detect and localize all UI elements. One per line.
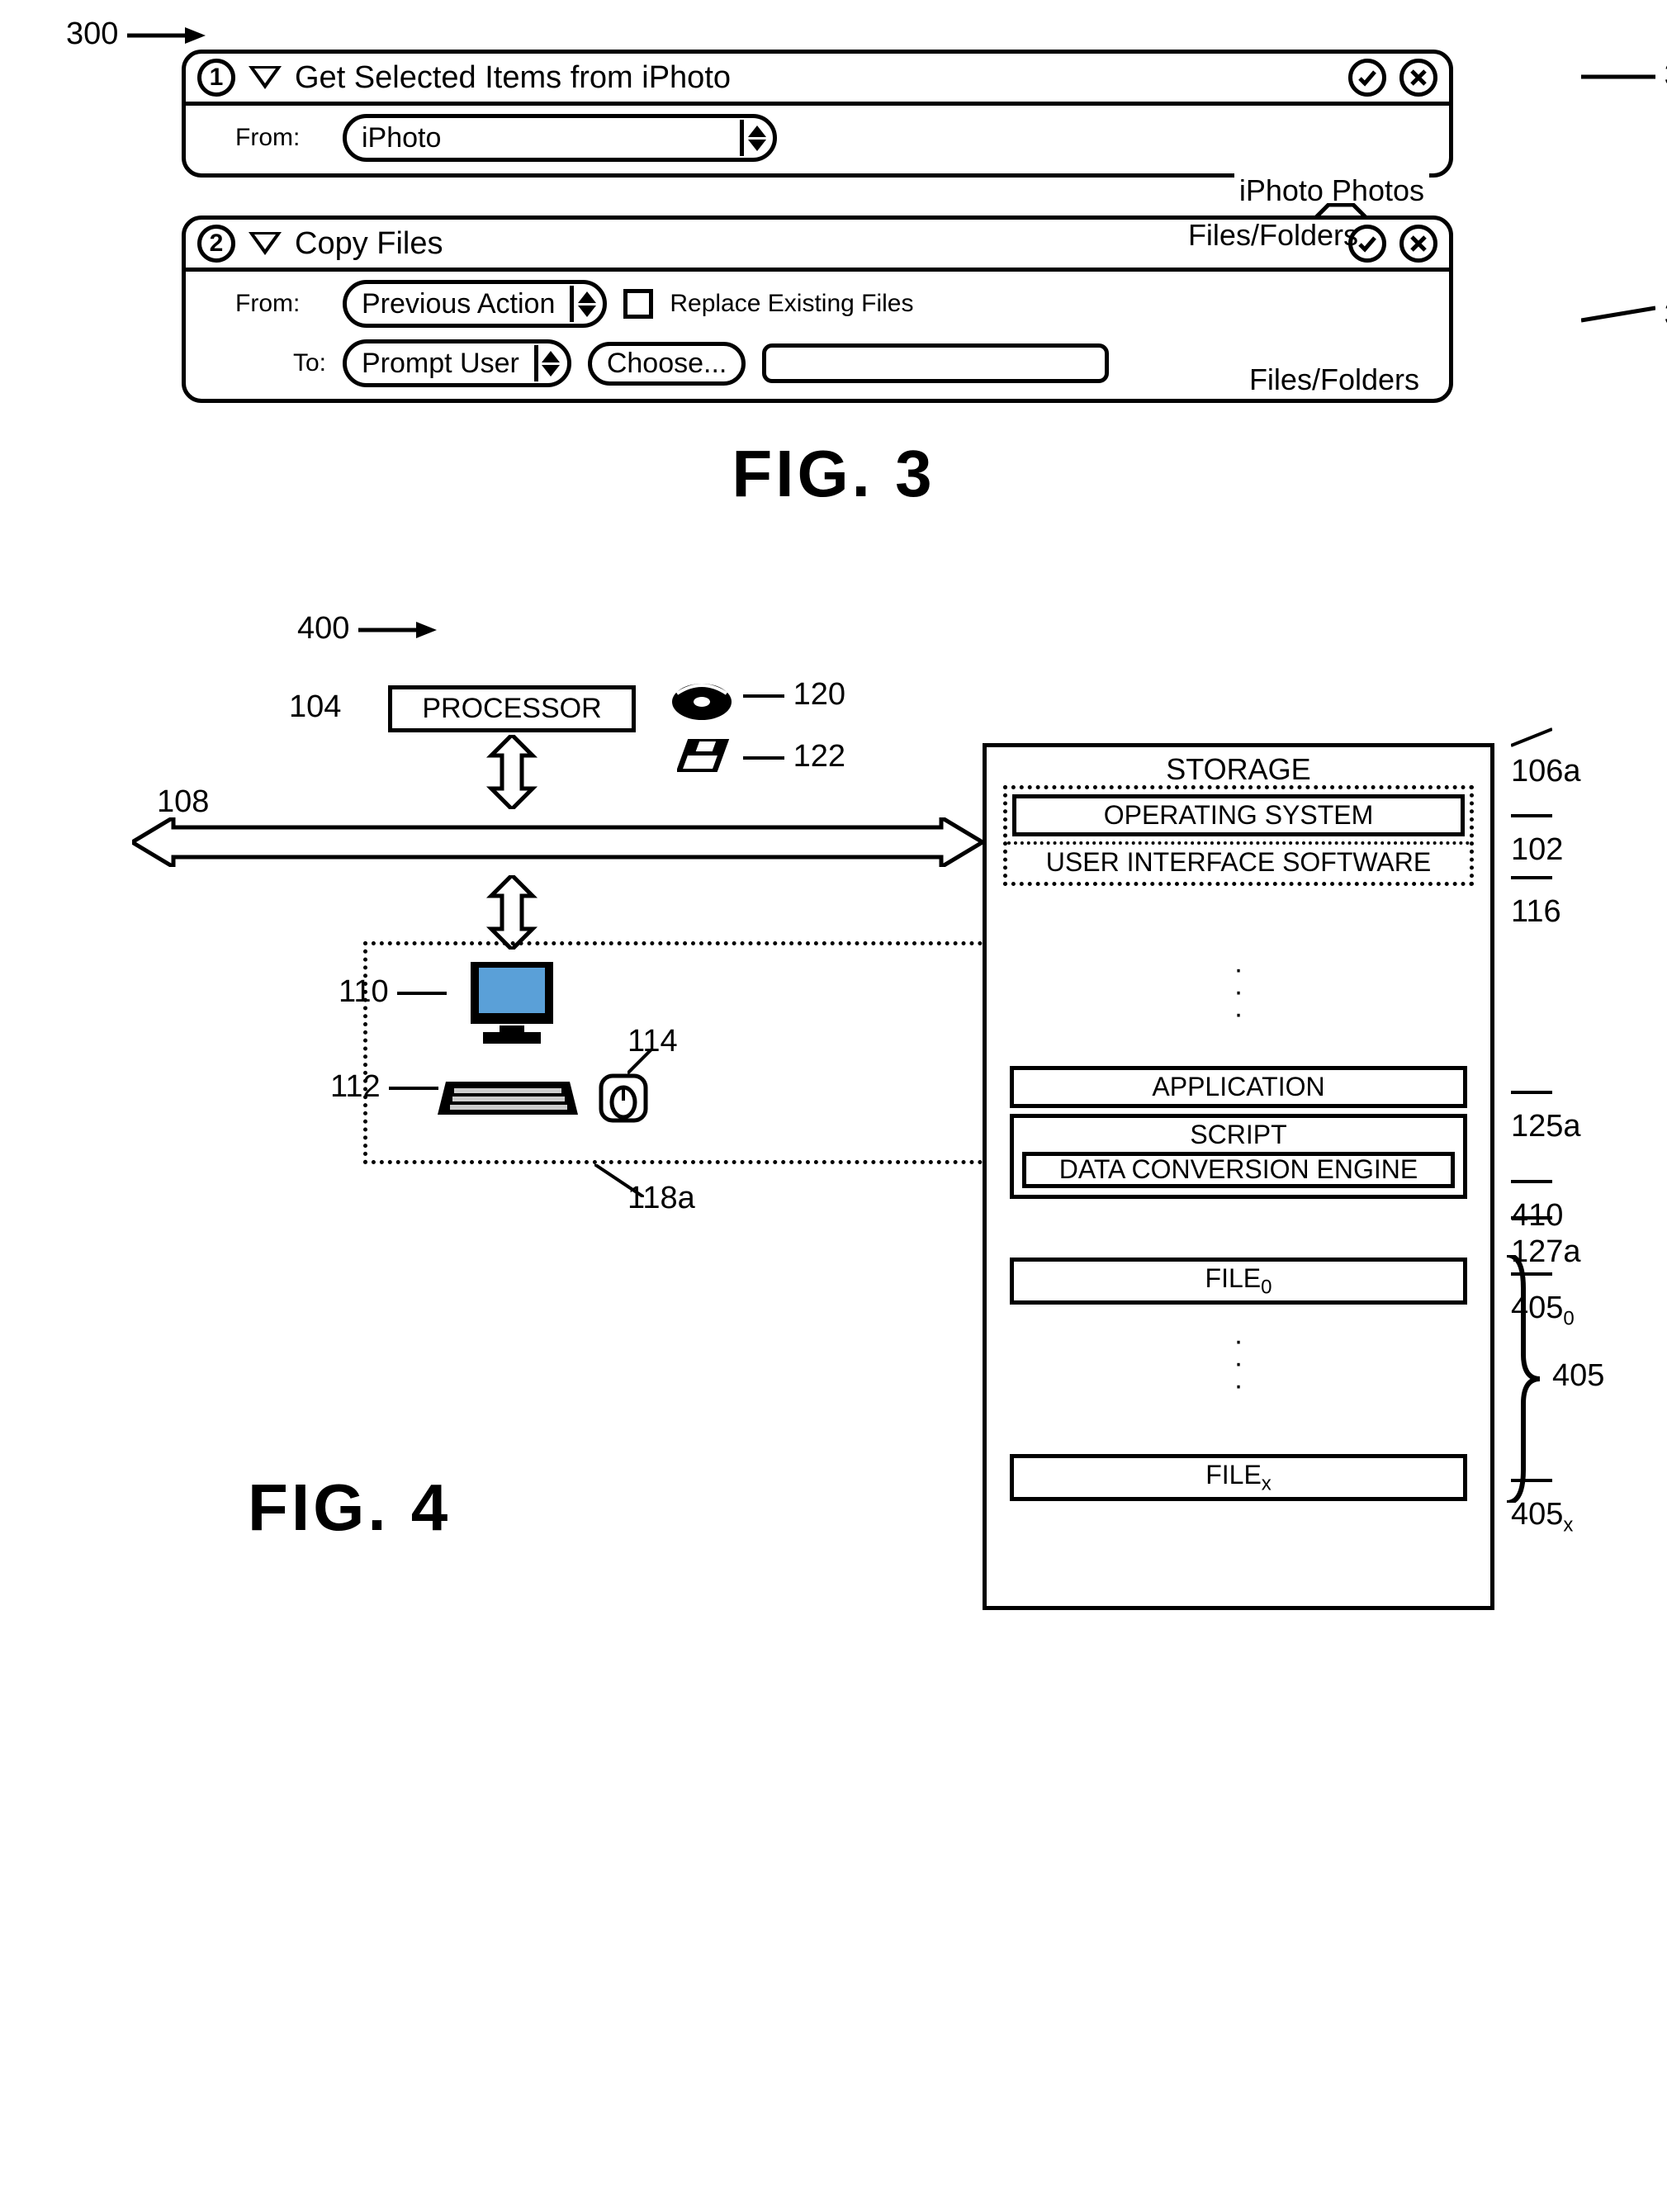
file-x-block: FILEx xyxy=(1010,1454,1467,1501)
output-type-label: Files/Folders xyxy=(1244,362,1424,397)
application-block: APPLICATION xyxy=(1010,1066,1467,1108)
stepper-icon[interactable] xyxy=(740,120,770,156)
bus-arrow-icon xyxy=(479,875,545,950)
ref-122: 122 xyxy=(743,739,845,774)
to-select[interactable]: Prompt User xyxy=(343,339,571,387)
keyboard-icon xyxy=(438,1057,578,1123)
ref-310: 310 xyxy=(1581,297,1667,333)
ref-405: 405 xyxy=(1552,1358,1604,1394)
ref-300: 300 xyxy=(66,17,210,52)
floppy-icon xyxy=(677,735,735,780)
processor-block: PROCESSOR xyxy=(388,685,636,732)
ui-software-block: USER INTERFACE SOFTWARE xyxy=(1007,846,1470,879)
ref-112: 112 xyxy=(330,1069,438,1105)
ref-305: 305 xyxy=(1581,58,1667,93)
vdots-icon: ··· xyxy=(1234,1330,1243,1398)
ref-116: 116 xyxy=(1511,859,1584,930)
system-bus xyxy=(132,817,983,867)
replace-checkbox[interactable] xyxy=(623,289,653,319)
from-select[interactable]: iPhoto xyxy=(343,114,777,162)
close-icon[interactable] xyxy=(1399,59,1437,97)
to-label: To: xyxy=(235,349,326,377)
storage-block: STORAGE OPERATING SYSTEM USER INTERFACE … xyxy=(983,743,1494,1610)
path-field[interactable] xyxy=(762,343,1109,383)
ref-125a: 125a xyxy=(1511,1073,1584,1144)
figure-4: 400 PROCESSOR 104 120 122 108 xyxy=(132,611,1584,1684)
ref-106a: 106a xyxy=(1511,718,1584,789)
stepper-icon[interactable] xyxy=(570,286,599,322)
os-block: OPERATING SYSTEM xyxy=(1012,794,1465,836)
figure-3-caption: FIG. 3 xyxy=(33,436,1634,512)
step-title: Get Selected Items from iPhoto xyxy=(295,60,1335,96)
ref-108: 108 xyxy=(157,784,209,820)
from-select[interactable]: Previous Action xyxy=(343,280,607,328)
workflow-step-2: Files/Folders 2 Copy Files From: Previou… xyxy=(182,216,1453,403)
ref-120: 120 xyxy=(743,677,845,713)
ref-104: 104 xyxy=(289,689,341,725)
step-number-badge: 1 xyxy=(197,59,235,97)
step-header: 1 Get Selected Items from iPhoto xyxy=(186,54,1449,106)
input-type-label: Files/Folders xyxy=(1188,218,1358,253)
close-icon[interactable] xyxy=(1399,225,1437,263)
brace-icon xyxy=(1503,1255,1544,1503)
step-title: Copy Files xyxy=(295,226,1335,262)
stepper-icon[interactable] xyxy=(534,345,564,381)
ref-110: 110 xyxy=(339,974,447,1010)
figure-3: 300 1 Get Selected Items from iPhoto Fro… xyxy=(182,50,1584,403)
confirm-icon[interactable] xyxy=(1348,59,1386,97)
figure-4-caption: FIG. 4 xyxy=(248,1470,451,1546)
file-0-block: FILE0 xyxy=(1010,1258,1467,1305)
dce-block: DATA CONVERSION ENGINE xyxy=(1022,1152,1455,1188)
monitor-icon xyxy=(462,958,561,1049)
storage-label: STORAGE xyxy=(993,752,1484,787)
bus-arrow-icon xyxy=(479,735,545,809)
choose-button[interactable]: Choose... xyxy=(588,342,746,386)
ref-102: 102 xyxy=(1511,797,1584,868)
vdots-icon: ··· xyxy=(1234,959,1243,1026)
step-number-badge: 2 xyxy=(197,225,235,263)
disclosure-triangle-icon[interactable] xyxy=(249,66,282,89)
workflow-step-1: 1 Get Selected Items from iPhoto From: i… xyxy=(182,50,1453,178)
from-label: From: xyxy=(235,290,326,318)
script-block: SCRIPT DATA CONVERSION ENGINE xyxy=(1010,1114,1467,1199)
cd-icon xyxy=(669,677,735,727)
script-label: SCRIPT xyxy=(1017,1120,1460,1150)
ref-400: 400 xyxy=(297,611,441,647)
from-label: From: xyxy=(235,124,326,152)
replace-label: Replace Existing Files xyxy=(670,290,913,318)
disclosure-triangle-icon[interactable] xyxy=(249,232,282,255)
io-group xyxy=(363,941,999,1164)
